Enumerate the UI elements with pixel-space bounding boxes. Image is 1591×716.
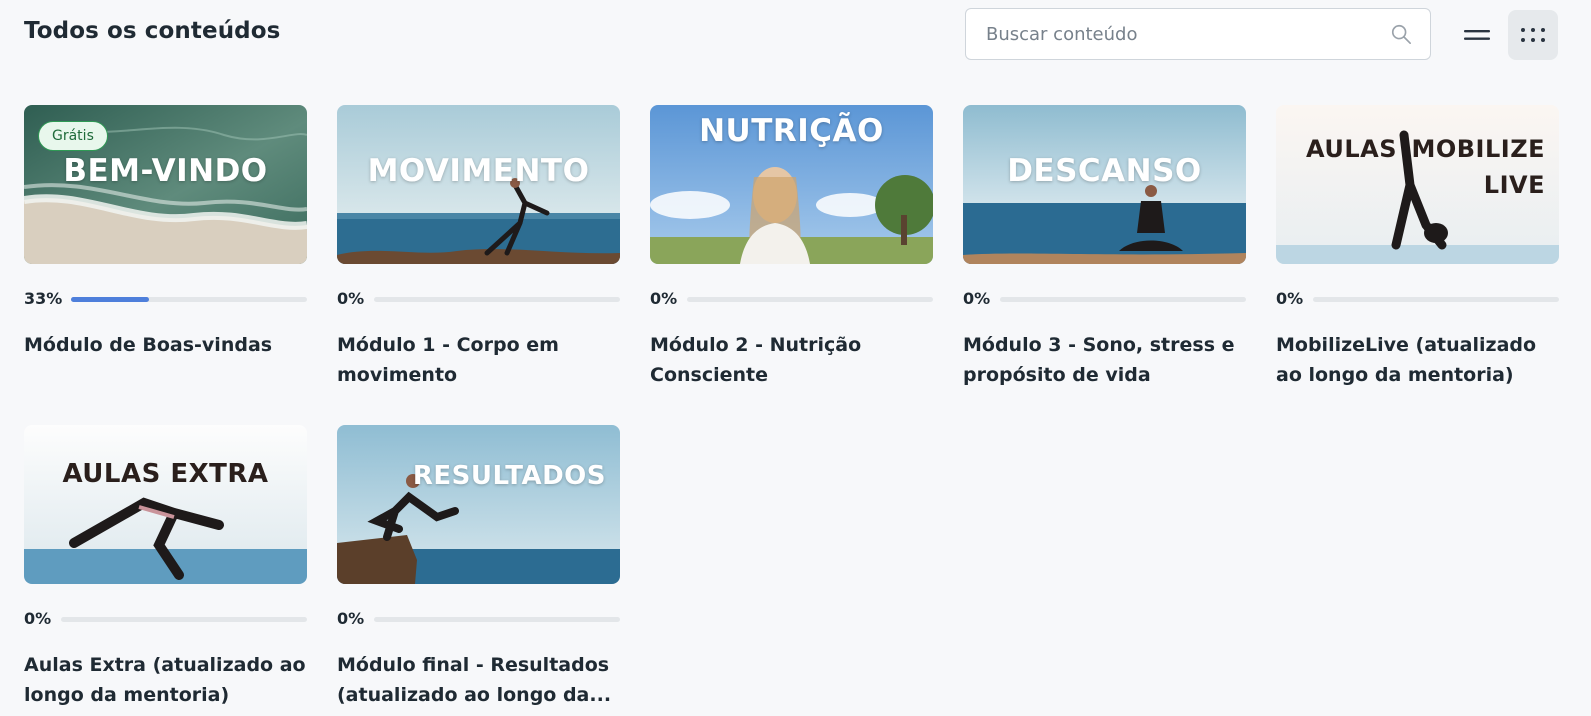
progress-bar xyxy=(1000,297,1246,302)
yoga-rock-image xyxy=(337,425,620,584)
grid-view-button[interactable] xyxy=(1508,10,1558,60)
module-thumbnail[interactable]: AULAS MOBILIZE LIVE xyxy=(1276,105,1559,264)
progress-percent: 0% xyxy=(337,289,365,308)
search-icon[interactable] xyxy=(1390,23,1412,45)
progress-bar xyxy=(71,297,307,302)
list-view-button[interactable] xyxy=(1452,10,1502,60)
module-title[interactable]: MobilizeLive (atualizado ao longo da men… xyxy=(1276,330,1559,390)
thumbnail-title: DESCANSO xyxy=(1007,153,1202,189)
progress-row: 0% xyxy=(1276,287,1559,309)
progress-row: 0% xyxy=(24,607,307,629)
thumbnail-title-right-2: LIVE xyxy=(1483,171,1545,199)
search-box[interactable] xyxy=(965,8,1431,60)
progress-percent: 0% xyxy=(1276,289,1304,308)
page-title: Todos os conteúdos xyxy=(24,18,281,44)
progress-percent: 0% xyxy=(24,609,52,628)
module-title[interactable]: Módulo 3 - Sono, stress e propósito de v… xyxy=(963,330,1246,390)
module-title[interactable]: Aulas Extra (atualizado ao longo da ment… xyxy=(24,650,307,710)
thumbnail-title: RESULTADOS xyxy=(412,461,606,491)
header-bar: Todos os conteúdos xyxy=(0,0,1591,72)
search-input[interactable] xyxy=(966,9,1406,59)
module-title[interactable]: Módulo 2 - Nutrição Consciente xyxy=(650,330,933,390)
thumbnail-title: BEM-VINDO xyxy=(63,153,268,189)
thumbnail-title: NUTRIÇÃO xyxy=(699,113,884,149)
progress-row: 33% xyxy=(24,287,307,309)
module-title[interactable]: Módulo de Boas-vindas xyxy=(24,330,307,360)
list-view-icon xyxy=(1464,30,1490,40)
thumbnail-title: AULAS EXTRA xyxy=(62,459,269,489)
progress-bar-fill xyxy=(71,297,149,302)
module-thumbnail[interactable]: MOVIMENTO xyxy=(337,105,620,264)
progress-row: 0% xyxy=(337,607,620,629)
module-thumbnail[interactable]: BEM-VINDO Grátis xyxy=(24,105,307,264)
thumbnail-title: MOVIMENTO xyxy=(367,153,590,189)
progress-bar xyxy=(1313,297,1559,302)
progress-row: 0% xyxy=(963,287,1246,309)
progress-bar xyxy=(374,297,620,302)
progress-bar xyxy=(687,297,933,302)
yoga-balance-image xyxy=(24,425,307,584)
thumbnail-title-right: MOBILIZE xyxy=(1411,135,1545,163)
module-thumbnail[interactable]: NUTRIÇÃO xyxy=(650,105,933,264)
module-thumbnail[interactable]: AULAS EXTRA xyxy=(24,425,307,584)
thumbnail-title-left: AULAS xyxy=(1306,135,1397,163)
module-title[interactable]: Módulo final - Resultados (atualizado ao… xyxy=(337,650,620,710)
free-badge: Grátis xyxy=(38,121,108,151)
progress-percent: 33% xyxy=(24,289,63,308)
progress-row: 0% xyxy=(337,287,620,309)
progress-percent: 0% xyxy=(963,289,991,308)
module-title[interactable]: Módulo 1 - Corpo em movimento xyxy=(337,330,620,390)
module-thumbnail[interactable]: RESULTADOS xyxy=(337,425,620,584)
progress-bar xyxy=(374,617,620,622)
module-thumbnail[interactable]: DESCANSO xyxy=(963,105,1246,264)
progress-percent: 0% xyxy=(650,289,678,308)
progress-percent: 0% xyxy=(337,609,365,628)
progress-row: 0% xyxy=(650,287,933,309)
progress-bar xyxy=(61,617,307,622)
grid-view-icon xyxy=(1521,28,1545,42)
